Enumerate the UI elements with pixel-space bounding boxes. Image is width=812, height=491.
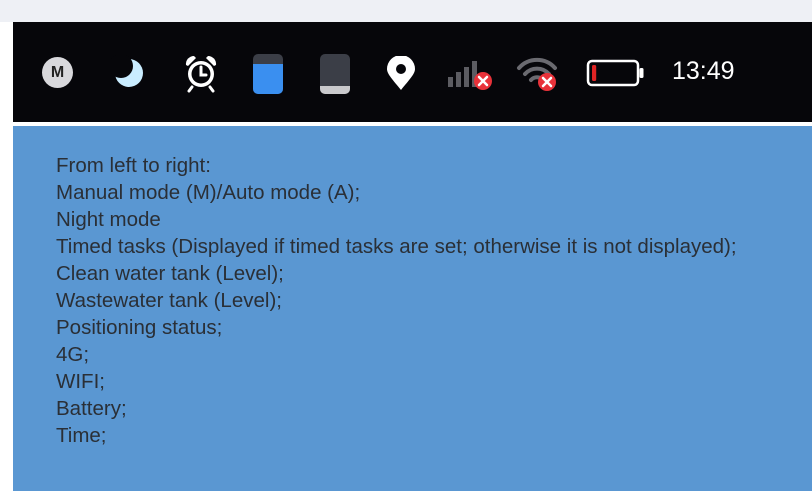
top-strip — [0, 0, 812, 22]
night-mode-icon — [111, 55, 143, 87]
cellular-signal-4g-icon — [448, 61, 492, 90]
legend-line: 4G; — [56, 343, 90, 366]
alarm-icon — [185, 55, 217, 93]
legend-list: From left to right: Manual mode (M)/Auto… — [56, 152, 796, 449]
legend-line: From left to right: — [56, 154, 211, 177]
legend-panel: From left to right: Manual mode (M)/Auto… — [13, 126, 812, 491]
location-pin-icon — [387, 56, 415, 90]
wastewater-tank-icon — [320, 54, 350, 94]
legend-line: Time; — [56, 424, 107, 447]
status-bar: M 13:49 — [13, 22, 812, 122]
legend-line: Positioning status; — [56, 316, 223, 339]
battery-low-icon — [586, 59, 644, 87]
clean-water-tank-icon — [253, 54, 283, 94]
legend-line: WIFI; — [56, 370, 105, 393]
legend-line: Battery; — [56, 397, 127, 420]
legend-line: Night mode — [56, 208, 161, 231]
wifi-disconnected-icon — [517, 57, 557, 91]
manual-mode-icon: M — [42, 57, 73, 88]
legend-line: Manual mode (M)/Auto mode (A); — [56, 181, 361, 204]
legend-line: Clean water tank (Level); — [56, 262, 284, 285]
left-gutter — [0, 22, 13, 491]
clock-time: 13:49 — [672, 57, 735, 85]
legend-line: Timed tasks (Displayed if timed tasks ar… — [56, 235, 737, 258]
legend-line: Wastewater tank (Level); — [56, 289, 282, 312]
